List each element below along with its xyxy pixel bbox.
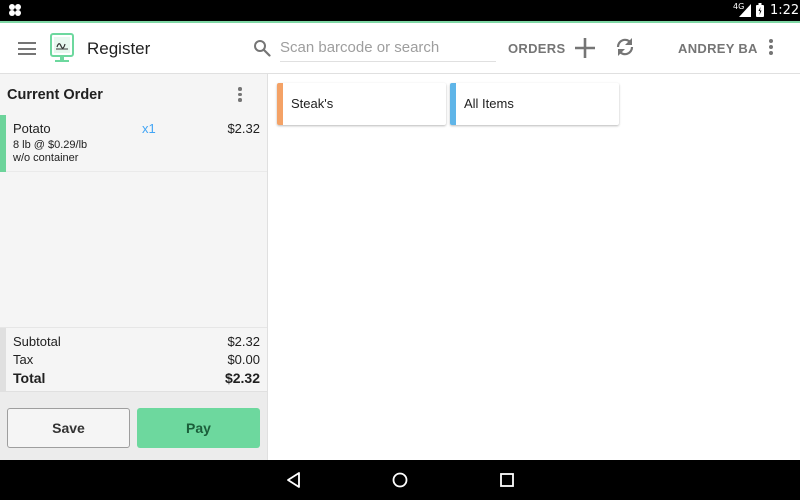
- back-icon[interactable]: [284, 470, 304, 490]
- subtotal-value: $2.32: [227, 334, 260, 349]
- clock: 1:22: [770, 3, 800, 18]
- item-quantity: x1: [142, 121, 156, 136]
- order-line-item[interactable]: Potato x1 $2.32 8 lb @ $0.29/lb w/o cont…: [0, 115, 267, 172]
- user-account-button[interactable]: ANDREY BA: [678, 41, 758, 56]
- totals-stripe: [0, 328, 6, 392]
- category-label: All Items: [464, 96, 514, 111]
- tax-row: Tax $0.00: [13, 352, 260, 367]
- tax-value: $0.00: [227, 352, 260, 367]
- item-price: $2.32: [227, 121, 260, 136]
- subtotal-row: Subtotal $2.32: [13, 334, 260, 349]
- battery-icon: [756, 3, 764, 17]
- category-color-bar: [277, 83, 283, 125]
- status-bar: 4G 1:22: [0, 0, 800, 21]
- save-button[interactable]: Save: [7, 408, 130, 448]
- navigation-bar: [0, 460, 800, 500]
- home-icon[interactable]: [390, 470, 410, 490]
- pay-button[interactable]: Pay: [137, 408, 260, 448]
- order-header: Current Order: [0, 74, 267, 114]
- menu-icon[interactable]: [18, 42, 36, 55]
- sync-icon[interactable]: [614, 36, 636, 58]
- order-totals: Subtotal $2.32 Tax $0.00 Total $2.32: [0, 327, 267, 392]
- order-title: Current Order: [7, 87, 103, 103]
- total-label: Total: [13, 370, 46, 386]
- category-grid: Steak's All Items: [268, 74, 800, 460]
- search-icon[interactable]: [253, 39, 271, 57]
- tax-label: Tax: [13, 352, 34, 367]
- page-title: Register: [87, 39, 151, 58]
- category-tile-steaks[interactable]: Steak's: [277, 83, 446, 125]
- search-input[interactable]: [280, 34, 496, 62]
- subtotal-label: Subtotal: [13, 334, 61, 349]
- signal-icon: [739, 4, 751, 17]
- item-name: Potato: [13, 121, 51, 136]
- more-vert-icon[interactable]: [767, 39, 775, 57]
- recent-apps-icon[interactable]: [497, 470, 517, 490]
- register-logo-icon: [50, 33, 74, 62]
- current-order-panel: Current Order Potato x1 $2.32 8 lb @ $0.…: [0, 74, 268, 460]
- item-color-stripe: [0, 115, 6, 172]
- app-bar: Register ORDERS ANDREY BA: [0, 23, 800, 74]
- total-value: $2.32: [224, 370, 260, 386]
- category-tile-all-items[interactable]: All Items: [450, 83, 619, 125]
- category-color-bar: [450, 83, 456, 125]
- total-row: Total $2.32: [13, 370, 260, 386]
- item-weight-detail: 8 lb @ $0.29/lb: [13, 139, 88, 151]
- notification-app-icon: [9, 4, 21, 16]
- item-container-detail: w/o container: [13, 152, 79, 164]
- plus-icon[interactable]: [574, 37, 596, 59]
- order-more-icon[interactable]: [236, 87, 244, 103]
- category-label: Steak's: [291, 96, 334, 111]
- orders-button[interactable]: ORDERS: [508, 41, 565, 56]
- order-actions: Save Pay: [0, 391, 267, 460]
